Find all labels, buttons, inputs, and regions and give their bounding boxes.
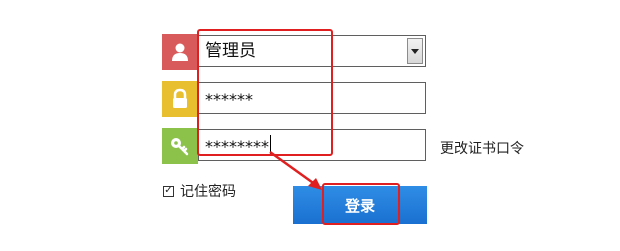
login-button-label: 登录 bbox=[344, 196, 375, 215]
remember-password[interactable]: ✓ 记住密码 bbox=[163, 181, 236, 201]
remember-password-label: 记住密码 bbox=[180, 184, 236, 200]
username-value: 管理员 bbox=[205, 40, 256, 61]
lock-icon bbox=[162, 81, 198, 117]
annotation-arrow bbox=[269, 150, 322, 190]
username-select[interactable]: 管理员 bbox=[198, 35, 426, 67]
chevron-down-icon[interactable] bbox=[407, 38, 423, 64]
password-field[interactable]: ****** bbox=[198, 82, 426, 114]
certificate-password-value: ******** bbox=[205, 137, 269, 156]
change-cert-password-link[interactable]: 更改证书口令 bbox=[440, 138, 524, 158]
remember-password-checkbox[interactable]: ✓ bbox=[163, 185, 174, 197]
key-icon bbox=[162, 128, 198, 164]
password-value: ****** bbox=[205, 90, 253, 109]
user-icon bbox=[162, 34, 198, 70]
